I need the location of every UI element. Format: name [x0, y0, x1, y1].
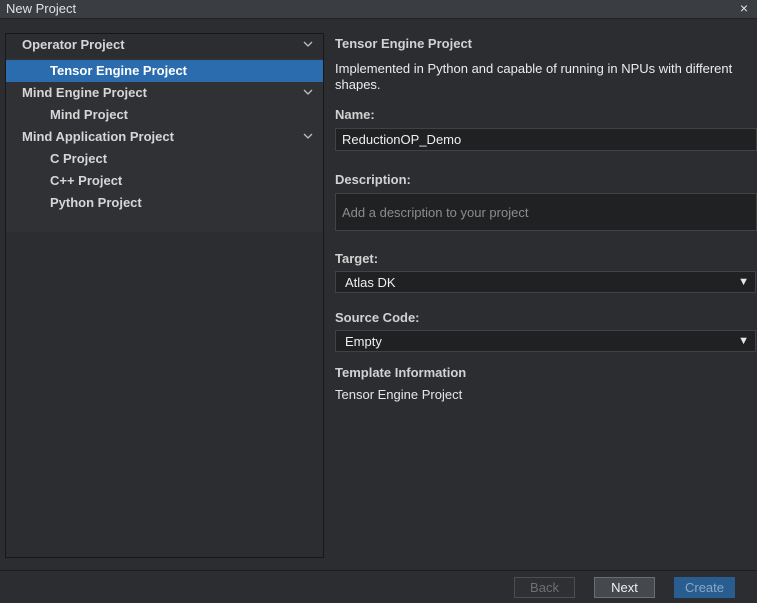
tree-item-label: Operator Project — [22, 37, 125, 52]
tree-item-label: Mind Engine Project — [22, 85, 147, 100]
name-input[interactable] — [335, 128, 757, 151]
tree-group-mind-application-project[interactable]: Mind Application Project — [6, 126, 323, 148]
title-bar: New Project × — [0, 0, 757, 19]
tree-item-label: Mind Application Project — [22, 129, 174, 144]
tree-item-label: Mind Project — [50, 107, 129, 122]
chevron-down-icon[interactable] — [303, 131, 313, 141]
create-button[interactable]: Create — [674, 577, 735, 598]
description-label: Description: — [335, 172, 411, 187]
tree-group-mind-engine-project[interactable]: Mind Engine Project — [6, 82, 323, 104]
name-label: Name: — [335, 107, 375, 122]
chevron-down-icon[interactable] — [303, 87, 313, 97]
tree-item-c-project[interactable]: C Project — [6, 148, 323, 170]
template-information-label: Template Information — [335, 365, 467, 380]
tree-item-mind-project[interactable]: Mind Project — [6, 104, 323, 126]
tree-group-operator-project[interactable]: Operator Project — [6, 34, 323, 58]
close-icon[interactable]: × — [737, 0, 751, 16]
dropdown-arrow-icon[interactable]: ▼ — [738, 276, 749, 288]
tree-item-cpp-project[interactable]: C++ Project — [6, 170, 323, 192]
template-information-value: Tensor Engine Project — [335, 387, 463, 402]
tree-item-python-project[interactable]: Python Project — [6, 192, 323, 214]
back-button[interactable]: Back — [514, 577, 575, 598]
tree-item-label: Tensor Engine Project — [50, 63, 188, 78]
project-heading: Tensor Engine Project — [335, 36, 473, 51]
target-select[interactable]: Atlas DK ▼ — [335, 271, 756, 293]
target-select-value: Atlas DK — [345, 275, 396, 290]
chevron-down-icon[interactable] — [303, 39, 313, 49]
next-button[interactable]: Next — [594, 577, 655, 598]
target-label: Target: — [335, 251, 379, 266]
project-type-tree: Operator Project Tensor Engine Project M… — [5, 33, 324, 558]
source-code-label: Source Code: — [335, 310, 420, 325]
tree-item-label: C Project — [50, 151, 108, 166]
description-input[interactable] — [335, 193, 757, 231]
project-description: Implemented in Python and capable of run… — [335, 61, 733, 91]
tree-item-label: Python Project — [50, 195, 142, 210]
project-type-list: Operator Project Tensor Engine Project M… — [6, 34, 323, 232]
source-code-select[interactable]: Empty ▼ — [335, 330, 756, 352]
source-code-select-value: Empty — [345, 334, 382, 349]
window-title: New Project — [6, 1, 77, 16]
tree-item-tensor-engine-project[interactable]: Tensor Engine Project — [6, 60, 323, 82]
dropdown-arrow-icon[interactable]: ▼ — [738, 335, 749, 347]
tree-item-label: C++ Project — [50, 173, 123, 188]
